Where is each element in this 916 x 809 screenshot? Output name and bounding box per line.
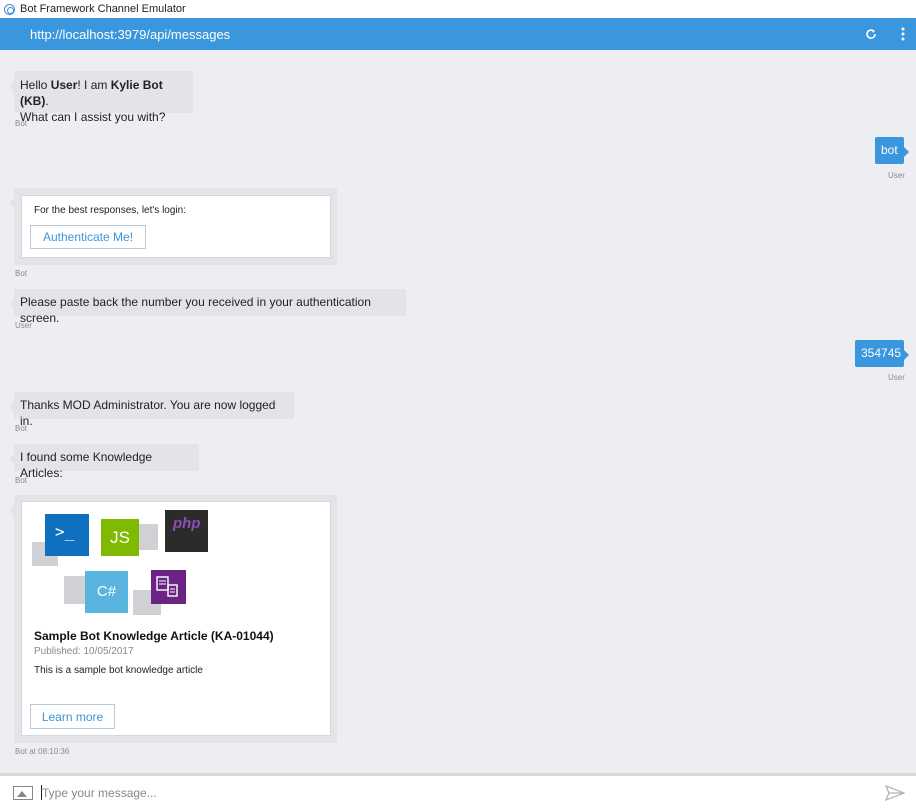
message-bot-greeting: Hello User! I am Kylie Bot (KB). What ca…: [9, 71, 193, 124]
message-found-articles: I found some Knowledge Articles:: [9, 444, 199, 480]
message-meta: Bot: [15, 476, 28, 485]
user-name: User: [50, 78, 78, 92]
message-user-bot: bot: [875, 137, 909, 164]
message-paste-number: Please paste back the number you receive…: [9, 289, 406, 325]
signin-card: For the best responses, let's login: Aut…: [21, 195, 331, 258]
csharp-tile: C#: [85, 571, 128, 613]
message-input-bar: [0, 773, 916, 809]
image-upload-icon[interactable]: [13, 785, 33, 800]
message-login-card: For the best responses, let's login: Aut…: [9, 188, 337, 265]
message-meta: Bot: [15, 269, 28, 278]
hero-card-image: >_ JS php C#: [30, 510, 230, 622]
learn-more-button[interactable]: Learn more: [30, 704, 115, 729]
authenticate-button[interactable]: Authenticate Me!: [30, 225, 146, 249]
window-title: Bot Framework Channel Emulator: [20, 3, 186, 15]
refresh-icon[interactable]: [860, 18, 882, 50]
message-meta: Bot: [15, 424, 28, 433]
message-logged-in: Thanks MOD Administrator. You are now lo…: [9, 392, 294, 428]
send-icon[interactable]: [880, 778, 910, 808]
message-meta: User: [15, 321, 32, 330]
address-bar: http://localhost:3979/api/messages: [0, 18, 916, 50]
javascript-tile: JS: [101, 519, 139, 556]
message-meta: User: [888, 171, 905, 180]
article-title: Sample Bot Knowledge Article (KA-01044): [34, 629, 274, 643]
chat-history[interactable]: Hello User! I am Kylie Bot (KB). What ca…: [0, 50, 916, 773]
php-tile: php: [165, 510, 208, 552]
message-meta: User: [888, 373, 905, 382]
window-titlebar: Bot Framework Channel Emulator: [0, 0, 916, 18]
powershell-tile: >_: [45, 514, 89, 556]
endpoint-url[interactable]: http://localhost:3979/api/messages: [30, 27, 860, 42]
more-vertical-icon[interactable]: [892, 18, 914, 50]
article-body: This is a sample bot knowledge article: [34, 665, 203, 676]
article-published: Published: 10/05/2017: [34, 646, 134, 657]
message-article-card: >_ JS php C# Sample Bot Knowledge Articl…: [9, 495, 337, 743]
document-icon: [156, 576, 178, 597]
message-meta: Bot at 08:10:36: [15, 747, 70, 756]
signin-card-text: For the best responses, let's login:: [34, 205, 186, 216]
message-input[interactable]: [42, 780, 880, 805]
message-meta: Bot: [15, 119, 28, 128]
app-logo-icon: [4, 3, 15, 15]
hero-card: >_ JS php C# Sample Bot Knowledge Articl…: [21, 501, 331, 736]
document-tile: [151, 570, 186, 604]
message-user-code: 354745: [855, 340, 909, 367]
